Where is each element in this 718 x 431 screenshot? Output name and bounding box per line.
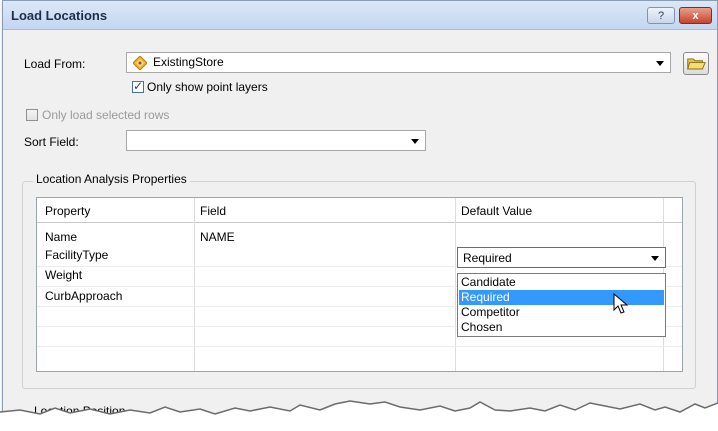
default-value-combo[interactable]: Required [457,247,666,268]
chevron-down-icon[interactable] [656,61,664,66]
torn-edge-decoration [0,400,718,431]
grid-header: Property Field Default Value [37,198,682,223]
only-selected-rows-label: Only load selected rows [42,108,170,122]
only-point-layers-checkbox[interactable]: ✓ [132,79,144,93]
property-cell: FacilityType [45,248,109,262]
dropdown-option-chosen[interactable]: Chosen [459,320,664,335]
dropdown-option-competitor[interactable]: Competitor [459,305,664,320]
open-folder-button[interactable] [683,52,709,75]
dropdown-option-required[interactable]: Required [459,290,664,305]
chevron-down-icon[interactable] [651,256,659,261]
open-folder-icon [687,58,706,70]
field-cell[interactable]: NAME [200,230,235,244]
only-point-layers-label: Only show point layers [147,80,268,94]
load-from-combo[interactable]: ExistingStore [126,52,671,73]
row-divider [37,346,682,347]
title-bar: Load Locations ? x [3,1,717,30]
only-selected-rows-checkbox[interactable] [26,109,38,121]
help-button[interactable]: ? [647,7,675,24]
store-layer-icon [133,56,147,70]
property-cell: Weight [45,268,83,282]
checkmark-icon: ✓ [133,79,144,93]
mouse-pointer-icon [613,293,629,314]
property-cell: CurbApproach [45,289,123,303]
dropdown-option-candidate[interactable]: Candidate [459,275,664,290]
dialog-title: Load Locations [11,8,108,23]
default-value-dropdown-list[interactable]: Candidate Required Competitor Chosen [457,273,666,337]
property-cell: Name [45,230,78,244]
column-header-field[interactable]: Field [200,204,226,218]
default-value-selected: Required [463,251,512,265]
column-header-default-value[interactable]: Default Value [461,204,532,218]
sort-field-label: Sort Field: [24,135,79,149]
load-from-value: ExistingStore [153,55,224,69]
chevron-down-icon[interactable] [411,139,419,144]
group-title: Location Analysis Properties [33,172,190,186]
column-header-property[interactable]: Property [45,204,90,218]
load-from-label: Load From: [24,57,86,71]
close-button[interactable]: x [679,7,712,24]
sort-field-combo[interactable] [126,130,426,151]
